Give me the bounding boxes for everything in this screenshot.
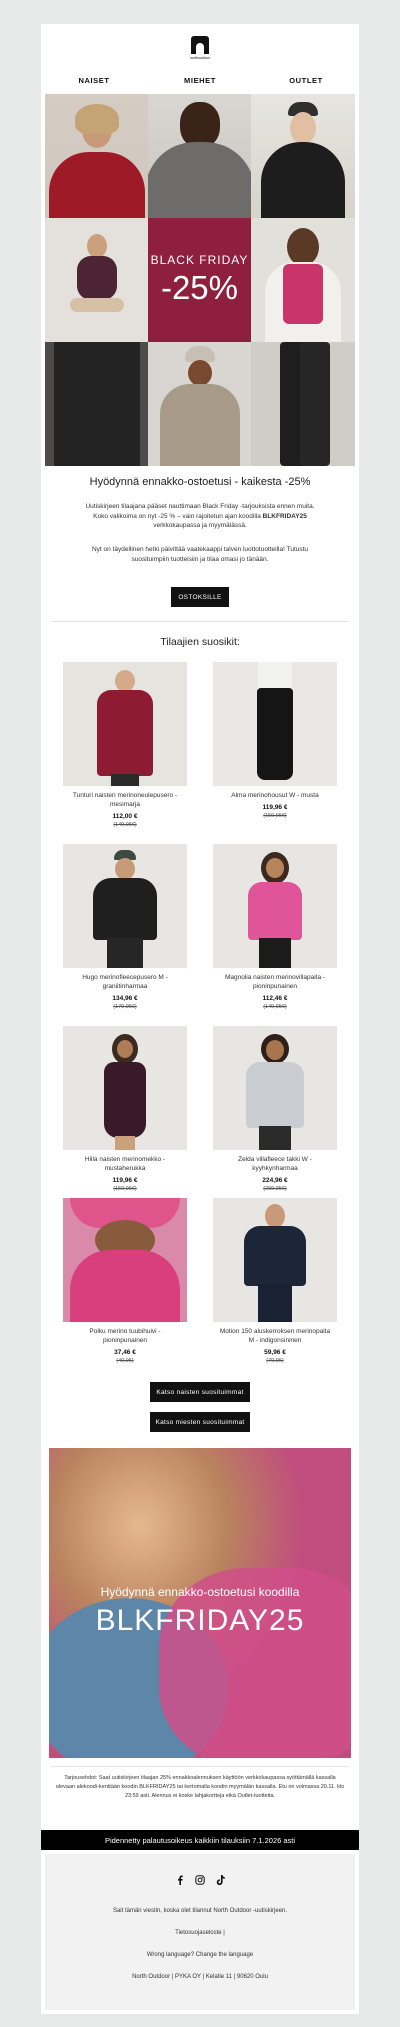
product-card[interactable]: Hugo merinofleecepusero M - graniitinhar…	[63, 844, 187, 1010]
product-old-price: (149,95€)	[263, 1004, 287, 1010]
product-image	[213, 662, 337, 786]
black-friday-title: BLACK FRIDAY	[150, 253, 249, 267]
nav-outlet[interactable]: OUTLET	[253, 76, 359, 85]
footer-received-text: Sait tämän viestin, koska olet tilannut …	[112, 1908, 288, 1914]
product-name: Alma merinohousut W - musta	[231, 792, 319, 799]
product-old-price: (299,95€)	[263, 1186, 287, 1192]
footer: Sait tämän viestin, koska olet tilannut …	[45, 1854, 355, 2010]
product-image	[213, 844, 337, 968]
product-old-price: (179,95€)	[113, 1004, 137, 1010]
hero-photo-man-grey-fleece	[148, 94, 251, 218]
product-image	[63, 662, 187, 786]
nav-women[interactable]: NAISET	[41, 76, 147, 85]
product-card[interactable]: Motion 150 aluskerroksen merinopaita M -…	[213, 1198, 337, 1364]
hero-photo-woman-beanie	[251, 94, 355, 218]
intro-text-part: verkkokaupassa ja myymälässä.	[153, 522, 247, 529]
facebook-icon[interactable]	[175, 1875, 185, 1885]
hero-photo-woman-red-sweater	[45, 94, 148, 218]
product-price: 224,96 €	[262, 1177, 288, 1184]
hero-photo-woman-scarf	[251, 218, 355, 342]
product-price: 59,96 €	[264, 1349, 286, 1356]
product-name: Hilla naisten merinomekko - mustaherukka	[84, 1156, 166, 1172]
product-card[interactable]: Zelda villafleece takki W - kyyhkynharma…	[213, 1026, 337, 1192]
black-friday-discount: -25%	[160, 269, 239, 306]
black-friday-banner[interactable]: BLACK FRIDAY -25%	[148, 218, 251, 342]
return-policy-bar: Pidennetty palautusoikeus kaikkiin tilau…	[41, 1830, 359, 1850]
logo-text: northoutdoor	[190, 56, 210, 60]
change-language-link[interactable]: Wrong language? Change the language	[45, 1952, 355, 1958]
product-image	[63, 844, 187, 968]
product-price: 119,96 €	[112, 1177, 138, 1184]
promo-banner[interactable]: Hyödynnä ennakko-ostoetusi koodilla BLKF…	[49, 1448, 351, 1758]
product-name: Magnolia naisten merinovillapaita - pion…	[224, 974, 326, 990]
instagram-icon[interactable]	[195, 1875, 205, 1885]
privacy-link[interactable]: Tietosuojaseloste |	[45, 1930, 355, 1936]
favorites-heading: Tilaajien suosikit:	[160, 636, 240, 648]
product-image	[63, 1198, 187, 1322]
product-image	[213, 1198, 337, 1322]
shop-button[interactable]: OSTOKSILLE	[171, 587, 229, 607]
hero-photo-black-outfit	[45, 342, 148, 466]
top-nav: NAISET MIEHET OUTLET	[41, 76, 359, 85]
email-body: northoutdoor NAISET MIEHET OUTLET BLACK …	[41, 24, 359, 2014]
product-price: 112,00 €	[112, 813, 138, 820]
product-price: 134,96 €	[112, 995, 138, 1002]
divider	[51, 1766, 349, 1767]
intro-paragraph: Uutiskirjeen tilaajana pääset nauttimaan…	[41, 502, 359, 531]
product-price: 112,46 €	[262, 995, 288, 1002]
product-name: Polku merino tuubihuivi - pioninpunainen	[89, 1328, 161, 1344]
product-price: 119,96 €	[262, 804, 288, 811]
intro-paragraph-2: Nyt on täydellinen hetki päivittää vaate…	[91, 546, 309, 563]
men-favorites-button[interactable]: Katso miesten suosituimmat	[150, 1412, 250, 1432]
product-card[interactable]: Tunturi naisten merinoneulepusero - mesi…	[63, 662, 187, 828]
product-price: 37,46 €	[114, 1349, 136, 1356]
product-name: Hugo merinofleecepusero M - graniitinhar…	[82, 974, 168, 990]
product-old-price: (79,95)	[266, 1358, 284, 1364]
product-old-price: (159,95€)	[113, 1186, 137, 1192]
product-name: Motion 150 aluskerroksen merinopaita M -…	[219, 1328, 331, 1344]
footer-address: North Outdoor | PYKA OY | Kelatie 11 | 9…	[132, 1974, 268, 1980]
product-old-price: (149,95€)	[113, 822, 137, 828]
nav-men[interactable]: MIEHET	[147, 76, 253, 85]
intro-heading: Hyödynnä ennakko-ostoetusi - kaikesta -2…	[89, 476, 311, 488]
hero-photo-woman-sitting	[45, 218, 148, 342]
promo-text: Hyödynnä ennakko-ostoetusi koodilla	[100, 1585, 300, 1599]
divider	[51, 621, 349, 622]
product-card[interactable]: Polku merino tuubihuivi - pioninpunainen…	[63, 1198, 187, 1364]
product-name: Tunturi naisten merinoneulepusero - mesi…	[72, 792, 178, 808]
product-old-price: (49,95)	[116, 1358, 134, 1364]
product-image	[213, 1026, 337, 1150]
product-card[interactable]: Alma merinohousut W - musta 119,96 € (15…	[213, 662, 337, 819]
discount-code: BLKFRIDAY25	[262, 512, 307, 520]
terms-text: Tarjousehdot: Saat uutiskirjeen tilaajan…	[55, 1775, 345, 1799]
hero-grid[interactable]: BLACK FRIDAY -25%	[45, 94, 355, 466]
women-favorites-button[interactable]: Katso naisten suosituimmat	[150, 1382, 250, 1402]
tiktok-icon[interactable]	[215, 1875, 225, 1885]
product-old-price: (159,95€)	[263, 813, 287, 819]
brand-logo[interactable]: northoutdoor	[189, 36, 211, 70]
logo-mark-icon	[191, 36, 209, 54]
product-card[interactable]: Hilla naisten merinomekko - mustaherukka…	[63, 1026, 187, 1192]
hero-photo-black-pants	[251, 342, 355, 466]
promo-code: BLKFRIDAY25	[95, 1604, 305, 1637]
social-links	[45, 1875, 355, 1885]
hero-photo-woman-beige	[148, 342, 251, 466]
product-card[interactable]: Magnolia naisten merinovillapaita - pion…	[213, 844, 337, 1010]
product-name: Zelda villafleece takki W - kyyhkynharma…	[238, 1156, 312, 1172]
product-image	[63, 1026, 187, 1150]
